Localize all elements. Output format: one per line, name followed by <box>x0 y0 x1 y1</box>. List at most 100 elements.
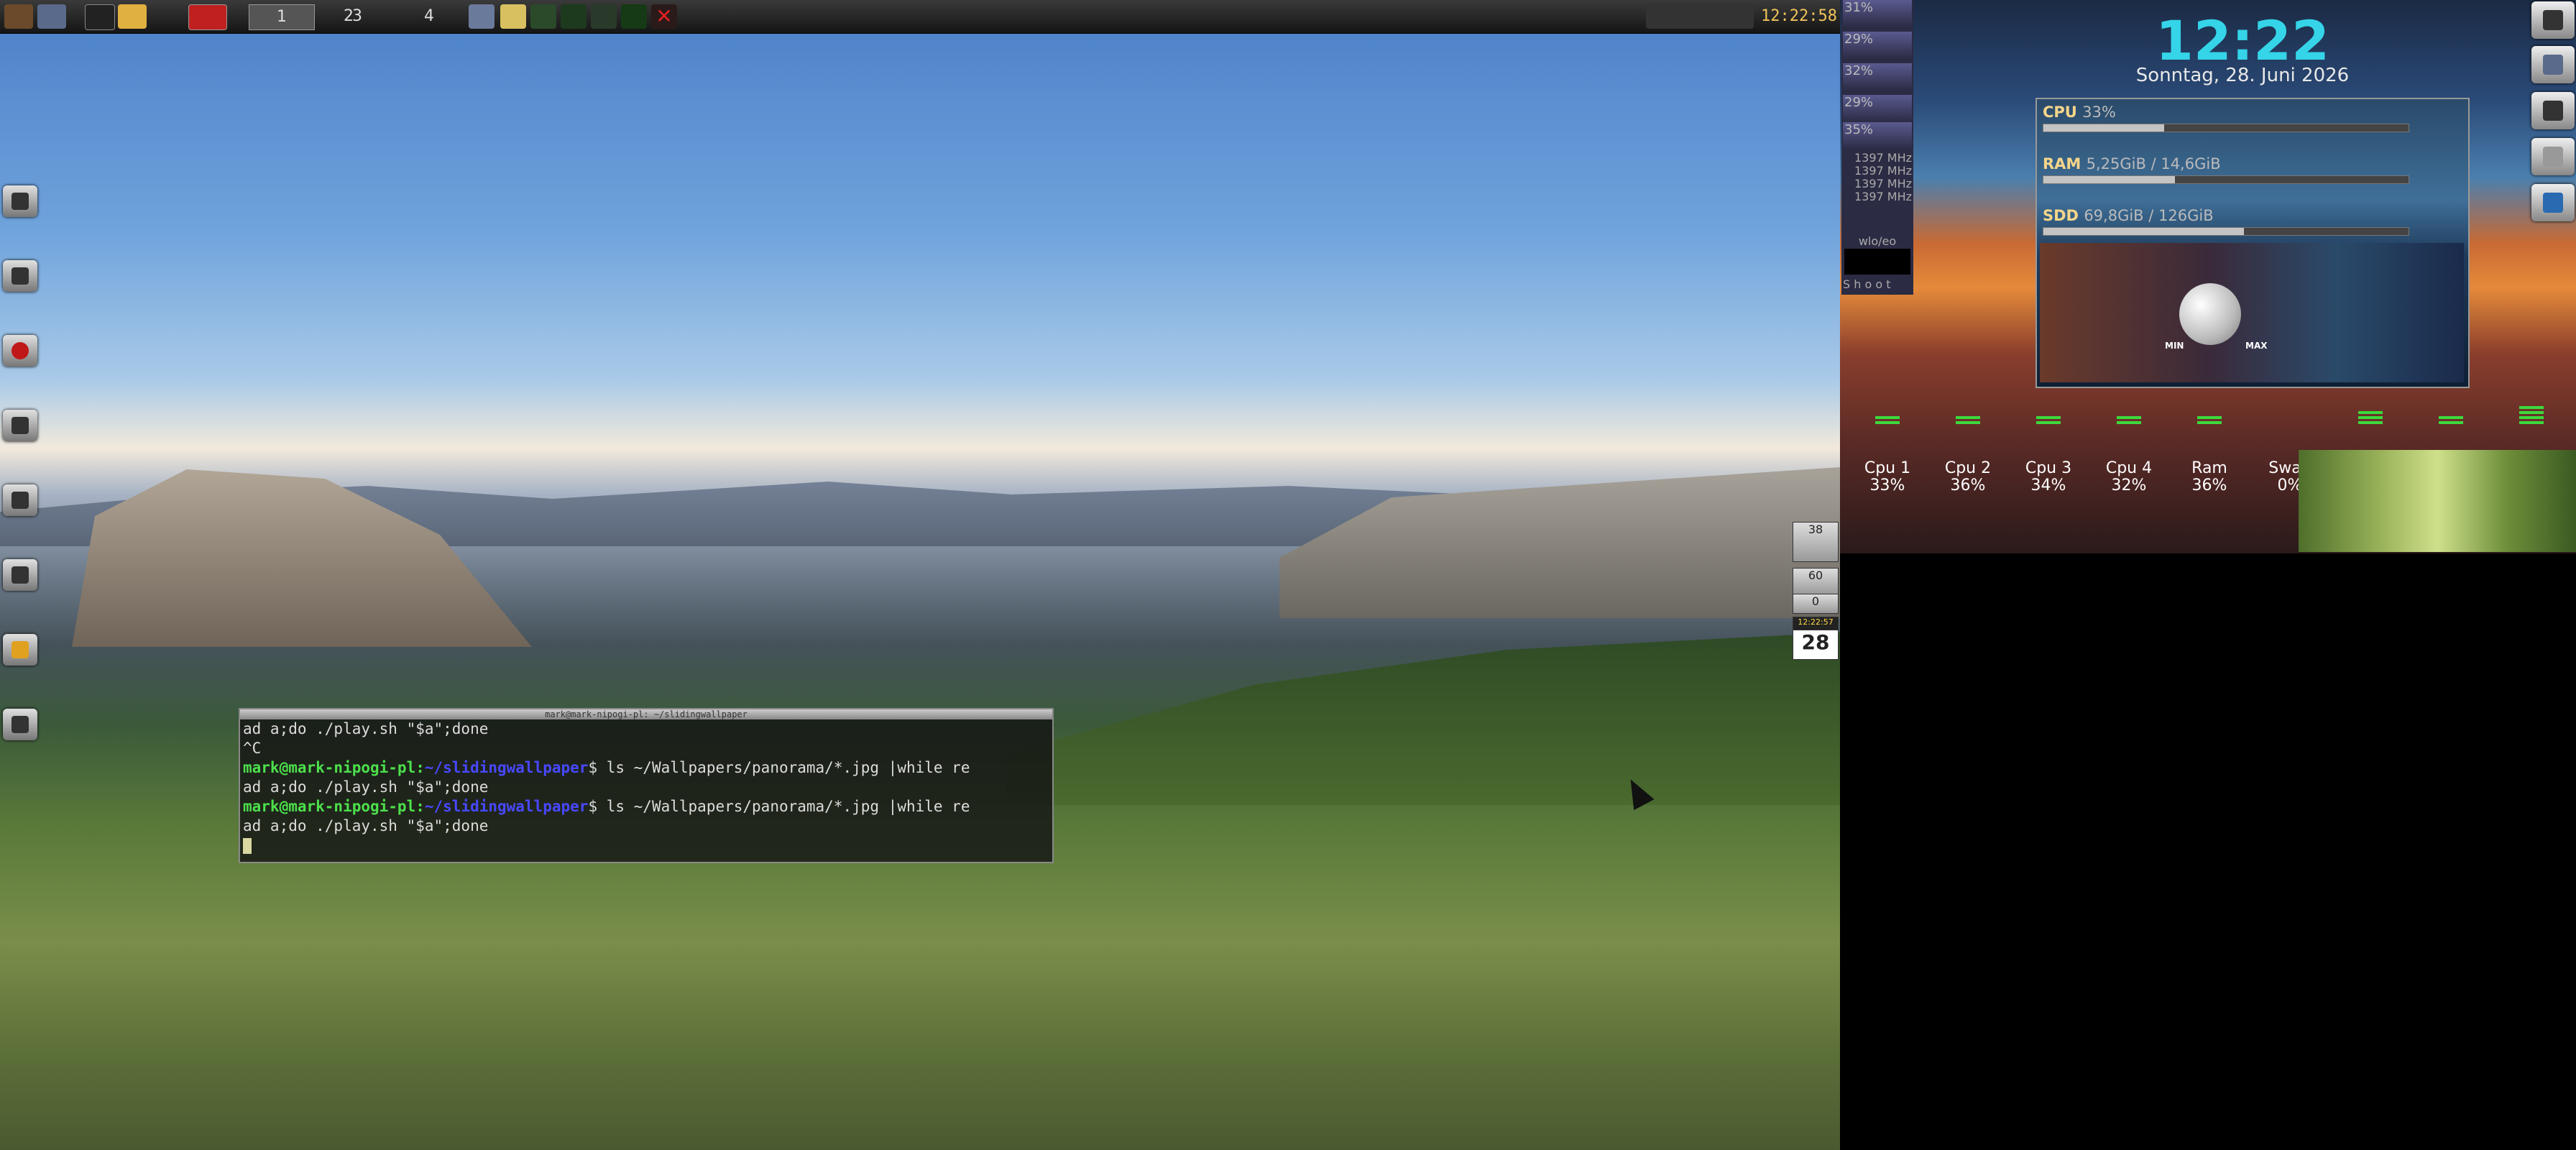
meter-bars <box>1875 414 1900 424</box>
calendar-widget: 28 <box>1793 630 1839 660</box>
meter-name: Cpu 4 <box>2105 459 2153 477</box>
tray-icons[interactable] <box>1646 4 1754 29</box>
launcher-power-icon[interactable] <box>3 634 37 666</box>
dock-music-icon[interactable] <box>2531 92 2575 129</box>
network-label: wlo/eo <box>1858 234 1897 248</box>
launcher-video-icon[interactable] <box>3 410 37 441</box>
meter-label: Cpu 4 32% <box>2093 460 2165 494</box>
meter-bars <box>2036 414 2061 424</box>
workspace-4[interactable]: 4 <box>397 4 461 29</box>
meter-segment <box>2439 416 2463 419</box>
big-clock-time: 12:22 <box>2156 9 2329 73</box>
dock-notes-icon[interactable] <box>2531 138 2575 175</box>
cpu-load-graph: 32% <box>1843 63 1912 91</box>
terminal-line: ^C <box>243 740 262 757</box>
meter-segment <box>2519 406 2544 409</box>
meter-segment <box>2358 411 2383 414</box>
zero-widget: 0 <box>1793 594 1839 614</box>
prompt-command: $ ls ~/Wallpapers/panorama/*.jpg |while … <box>588 759 970 776</box>
close-x-icon[interactable]: ✕ <box>651 4 677 29</box>
workspace-1[interactable]: 1 <box>249 4 315 30</box>
terminal-titlebar[interactable]: mark@mark-nipogi-pl: ~/slidingwallpaper <box>240 709 1052 719</box>
network-graph <box>1844 249 1910 275</box>
tree-picture <box>2299 450 2576 552</box>
meter-segment <box>1875 421 1900 424</box>
meter-bars <box>2117 414 2141 424</box>
launcher-camera-icon[interactable] <box>3 260 37 292</box>
terminal-prompt-line: mark@mark-nipogi-pl:~/slidingwallpaper$ … <box>240 758 1052 778</box>
opera-icon[interactable] <box>188 4 227 30</box>
monitor-icon[interactable] <box>530 4 556 29</box>
text-editor-icon[interactable] <box>500 4 526 29</box>
meter-segment <box>1875 416 1900 419</box>
dock-screen-icon[interactable] <box>2531 46 2575 83</box>
panel-clock[interactable]: 12:22:58 <box>1761 0 1837 33</box>
screenshot-tool-icon[interactable] <box>469 4 494 29</box>
meter-segment <box>2117 421 2141 424</box>
ram-bar <box>2043 175 2409 184</box>
gauge-min-label: MIN <box>2165 341 2184 351</box>
terminal-icon[interactable] <box>85 4 115 30</box>
launcher-window-icon[interactable] <box>3 709 37 740</box>
meter-label: Ram 36% <box>2174 460 2245 494</box>
meter-value: 32% <box>2111 477 2147 494</box>
cpu-frequency: 1397 MHz <box>1854 164 1912 178</box>
meter-label: Cpu 2 36% <box>1932 460 2004 494</box>
meter-name: Cpu 3 <box>2025 459 2072 477</box>
meter-segment <box>2197 416 2222 419</box>
ssd-bar-fill <box>2043 228 2245 235</box>
top-panel: 1 2 3 4 ✕ 12:22:58 <box>0 0 1840 34</box>
meter-name: Cpu 2 <box>1944 459 1992 477</box>
meter-segment <box>2036 416 2061 419</box>
gauge-knob[interactable] <box>2179 283 2241 345</box>
meter-segment <box>2519 411 2544 414</box>
meter-bars <box>2519 404 2544 424</box>
cpu-load-graph: 29% <box>1843 32 1912 59</box>
launcher-document-icon[interactable] <box>3 185 37 217</box>
dock-camera-icon[interactable] <box>2531 1 2575 39</box>
prompt-command: $ ls ~/Wallpapers/panorama/*.jpg |while … <box>588 798 970 815</box>
meter-name: Cpu 1 <box>1864 459 1911 477</box>
menu-icon[interactable] <box>4 4 33 29</box>
forest <box>1006 632 1840 805</box>
terminal-green-icon[interactable] <box>621 4 647 29</box>
harbor-photo <box>2040 243 2464 382</box>
rock-formation <box>72 469 532 647</box>
folder-icon[interactable] <box>118 4 147 29</box>
workspace-3[interactable]: 3 <box>325 4 390 29</box>
meter-segment <box>2358 421 2383 424</box>
gauge-max-label: MAX <box>2245 341 2268 351</box>
terminal-cursor-line[interactable] <box>240 836 1052 855</box>
ram-bar-fill <box>2043 176 2175 183</box>
launcher-drive-icon[interactable] <box>3 559 37 591</box>
cpu-load-graph: 35% <box>1843 122 1912 150</box>
meter-segment <box>2036 421 2061 424</box>
meter-name: Ram <box>2191 459 2227 477</box>
percent-widget: 60 <box>1793 568 1839 595</box>
mini-clock-widget: 12:22:57 <box>1793 617 1839 631</box>
terminal-window[interactable]: mark@mark-nipogi-pl: ~/slidingwallpaper … <box>239 708 1054 863</box>
dock-display-icon[interactable] <box>2531 184 2575 221</box>
shoot-label[interactable]: S h o o t <box>1843 277 1912 291</box>
cpu-row: CPU 33% <box>2043 104 2116 121</box>
meter-segment <box>2439 421 2463 424</box>
launcher-record-icon[interactable] <box>3 335 37 367</box>
pulse-graph-icon[interactable] <box>561 4 586 29</box>
meter-segment <box>2519 421 2544 424</box>
meter-bars <box>1956 414 1980 424</box>
meter-bars <box>2197 414 2222 424</box>
cpu-bar <box>2043 124 2409 132</box>
meter-value: 36% <box>2191 477 2227 494</box>
cpu-bar-fill <box>2043 124 2164 132</box>
chart-icon[interactable] <box>591 4 617 29</box>
meter-segment <box>2519 416 2544 419</box>
meter-value: 34% <box>2030 477 2066 494</box>
meter-segment <box>1956 421 1980 424</box>
browser-icon[interactable] <box>37 4 66 29</box>
launcher-media-icon[interactable] <box>3 484 37 516</box>
cpu-frequency: 1397 MHz <box>1854 190 1912 203</box>
meter-value: 33% <box>1869 477 1905 494</box>
prompt-path: ~/slidingwallpaper <box>424 798 589 815</box>
prompt-user: mark@mark-nipogi-pl: <box>243 798 425 815</box>
meter-label: Cpu 3 34% <box>2012 460 2084 494</box>
